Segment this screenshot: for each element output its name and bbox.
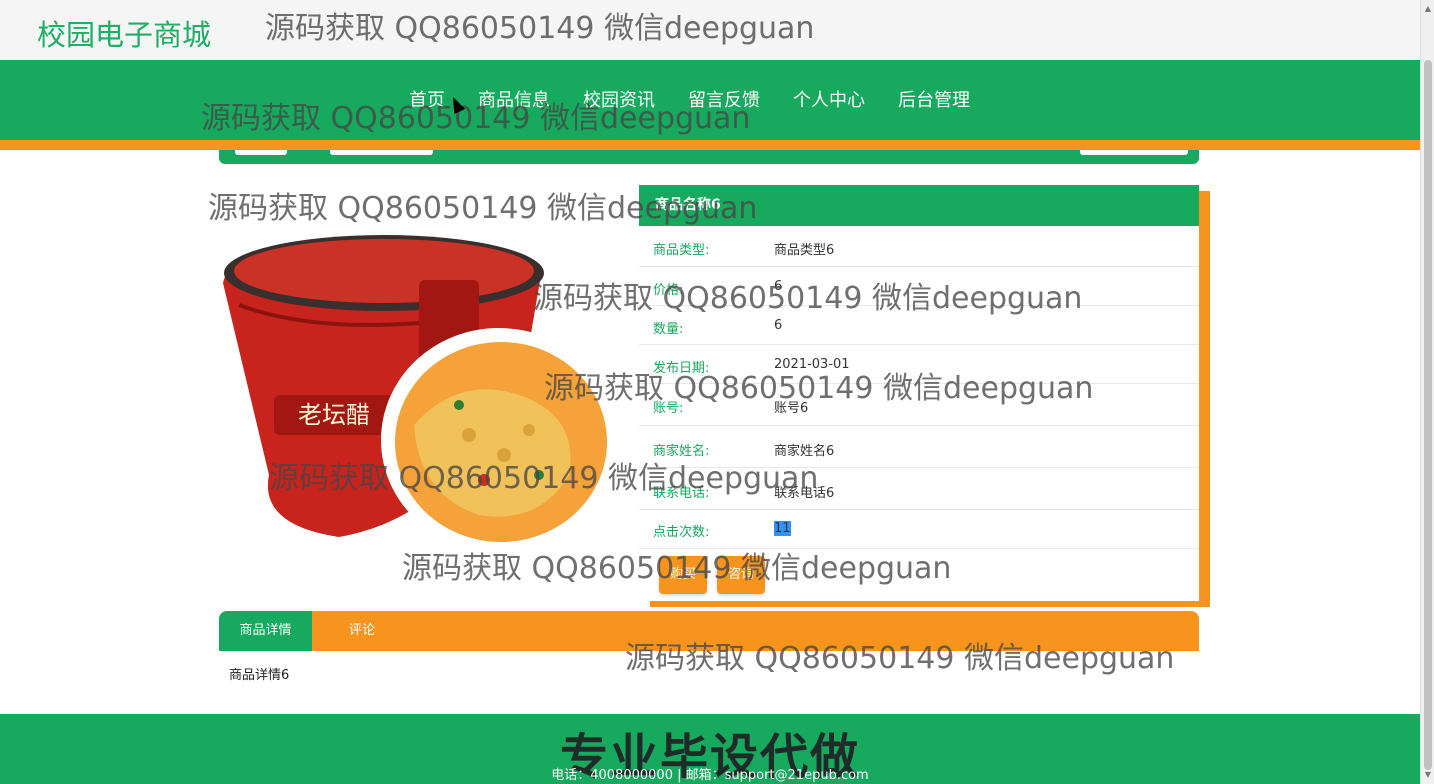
detail-row-phone: 联系电话: 联系电话6: [639, 468, 1199, 510]
scroll-down-icon[interactable]: ▼: [1421, 768, 1434, 782]
field-label: 数量:: [653, 322, 684, 337]
detail-row-price: 价格: 6: [639, 267, 1199, 306]
product-image: 老坛醋: [223, 235, 617, 552]
field-value: 账号6: [774, 401, 809, 416]
tab-comments[interactable]: 评论: [312, 611, 412, 651]
field-label: 商家姓名:: [653, 444, 710, 459]
tab-product-detail[interactable]: 商品详情: [219, 611, 312, 651]
tab-content: 商品详情6: [229, 668, 290, 683]
footer-contact: 电话：4008000000 | 邮箱：support@21epub.com: [551, 768, 869, 783]
field-value: 商家姓名6: [774, 444, 835, 459]
field-value: 联系电话6: [774, 486, 835, 501]
scroll-thumb[interactable]: [1424, 60, 1432, 770]
footer: 专业毕设代做 电话：4008000000 | 邮箱：support@21epub…: [0, 714, 1420, 784]
search-input[interactable]: [330, 150, 433, 155]
nav-item-home[interactable]: 首页: [409, 86, 445, 112]
svg-text:老坛醋: 老坛醋: [298, 401, 370, 429]
detail-row-account: 账号: 账号6: [639, 384, 1199, 426]
field-value: 6: [774, 318, 783, 333]
top-bar: 校园电子商城: [0, 0, 1420, 60]
scroll-up-icon[interactable]: ▲: [1421, 2, 1434, 16]
search-button[interactable]: [1080, 150, 1188, 155]
field-label: 商品类型:: [653, 243, 710, 258]
product-detail-panel: 商品名称6 商品类型: 商品类型6 价格: 6 数量: 6 发布日期: 2021…: [639, 185, 1199, 601]
page-scrollbar[interactable]: ▲ ▼: [1420, 0, 1434, 784]
nav-item-news[interactable]: 校园资讯: [583, 86, 655, 112]
field-value: 2021-03-01: [774, 357, 850, 372]
field-label: 价格:: [653, 283, 684, 298]
nav-item-feedback[interactable]: 留言反馈: [688, 86, 760, 112]
nav-item-admin[interactable]: 后台管理: [898, 86, 970, 112]
detail-row-clicks: 点击次数: 11: [639, 510, 1199, 549]
field-label: 点击次数:: [653, 525, 710, 540]
search-bar: [219, 150, 1199, 164]
product-name-header: 商品名称6: [639, 185, 1199, 226]
consult-button[interactable]: 咨询: [717, 556, 765, 594]
detail-row-type: 商品类型: 商品类型6: [639, 226, 1199, 267]
main-nav: 首页 商品信息 校园资讯 留言反馈 个人中心 后台管理: [409, 86, 1003, 112]
site-logo[interactable]: 校园电子商城: [37, 12, 211, 54]
nav-accent-line: [0, 140, 1420, 150]
nav-item-profile[interactable]: 个人中心: [793, 86, 865, 112]
detail-row-date: 发布日期: 2021-03-01: [639, 345, 1199, 384]
field-label: 联系电话:: [653, 486, 710, 501]
search-bar-tab[interactable]: [235, 150, 287, 155]
detail-row-quantity: 数量: 6: [639, 306, 1199, 345]
detail-tabs: 商品详情 评论: [219, 611, 1199, 651]
field-value: 6: [774, 279, 783, 294]
field-label: 发布日期:: [653, 361, 710, 376]
field-label: 账号:: [653, 401, 684, 416]
nav-item-products[interactable]: 商品信息: [478, 86, 550, 112]
field-value: 11: [774, 521, 791, 536]
detail-row-merchant: 商家姓名: 商家姓名6: [639, 426, 1199, 468]
field-value: 商品类型6: [774, 243, 835, 258]
buy-button[interactable]: 购买: [659, 556, 707, 594]
